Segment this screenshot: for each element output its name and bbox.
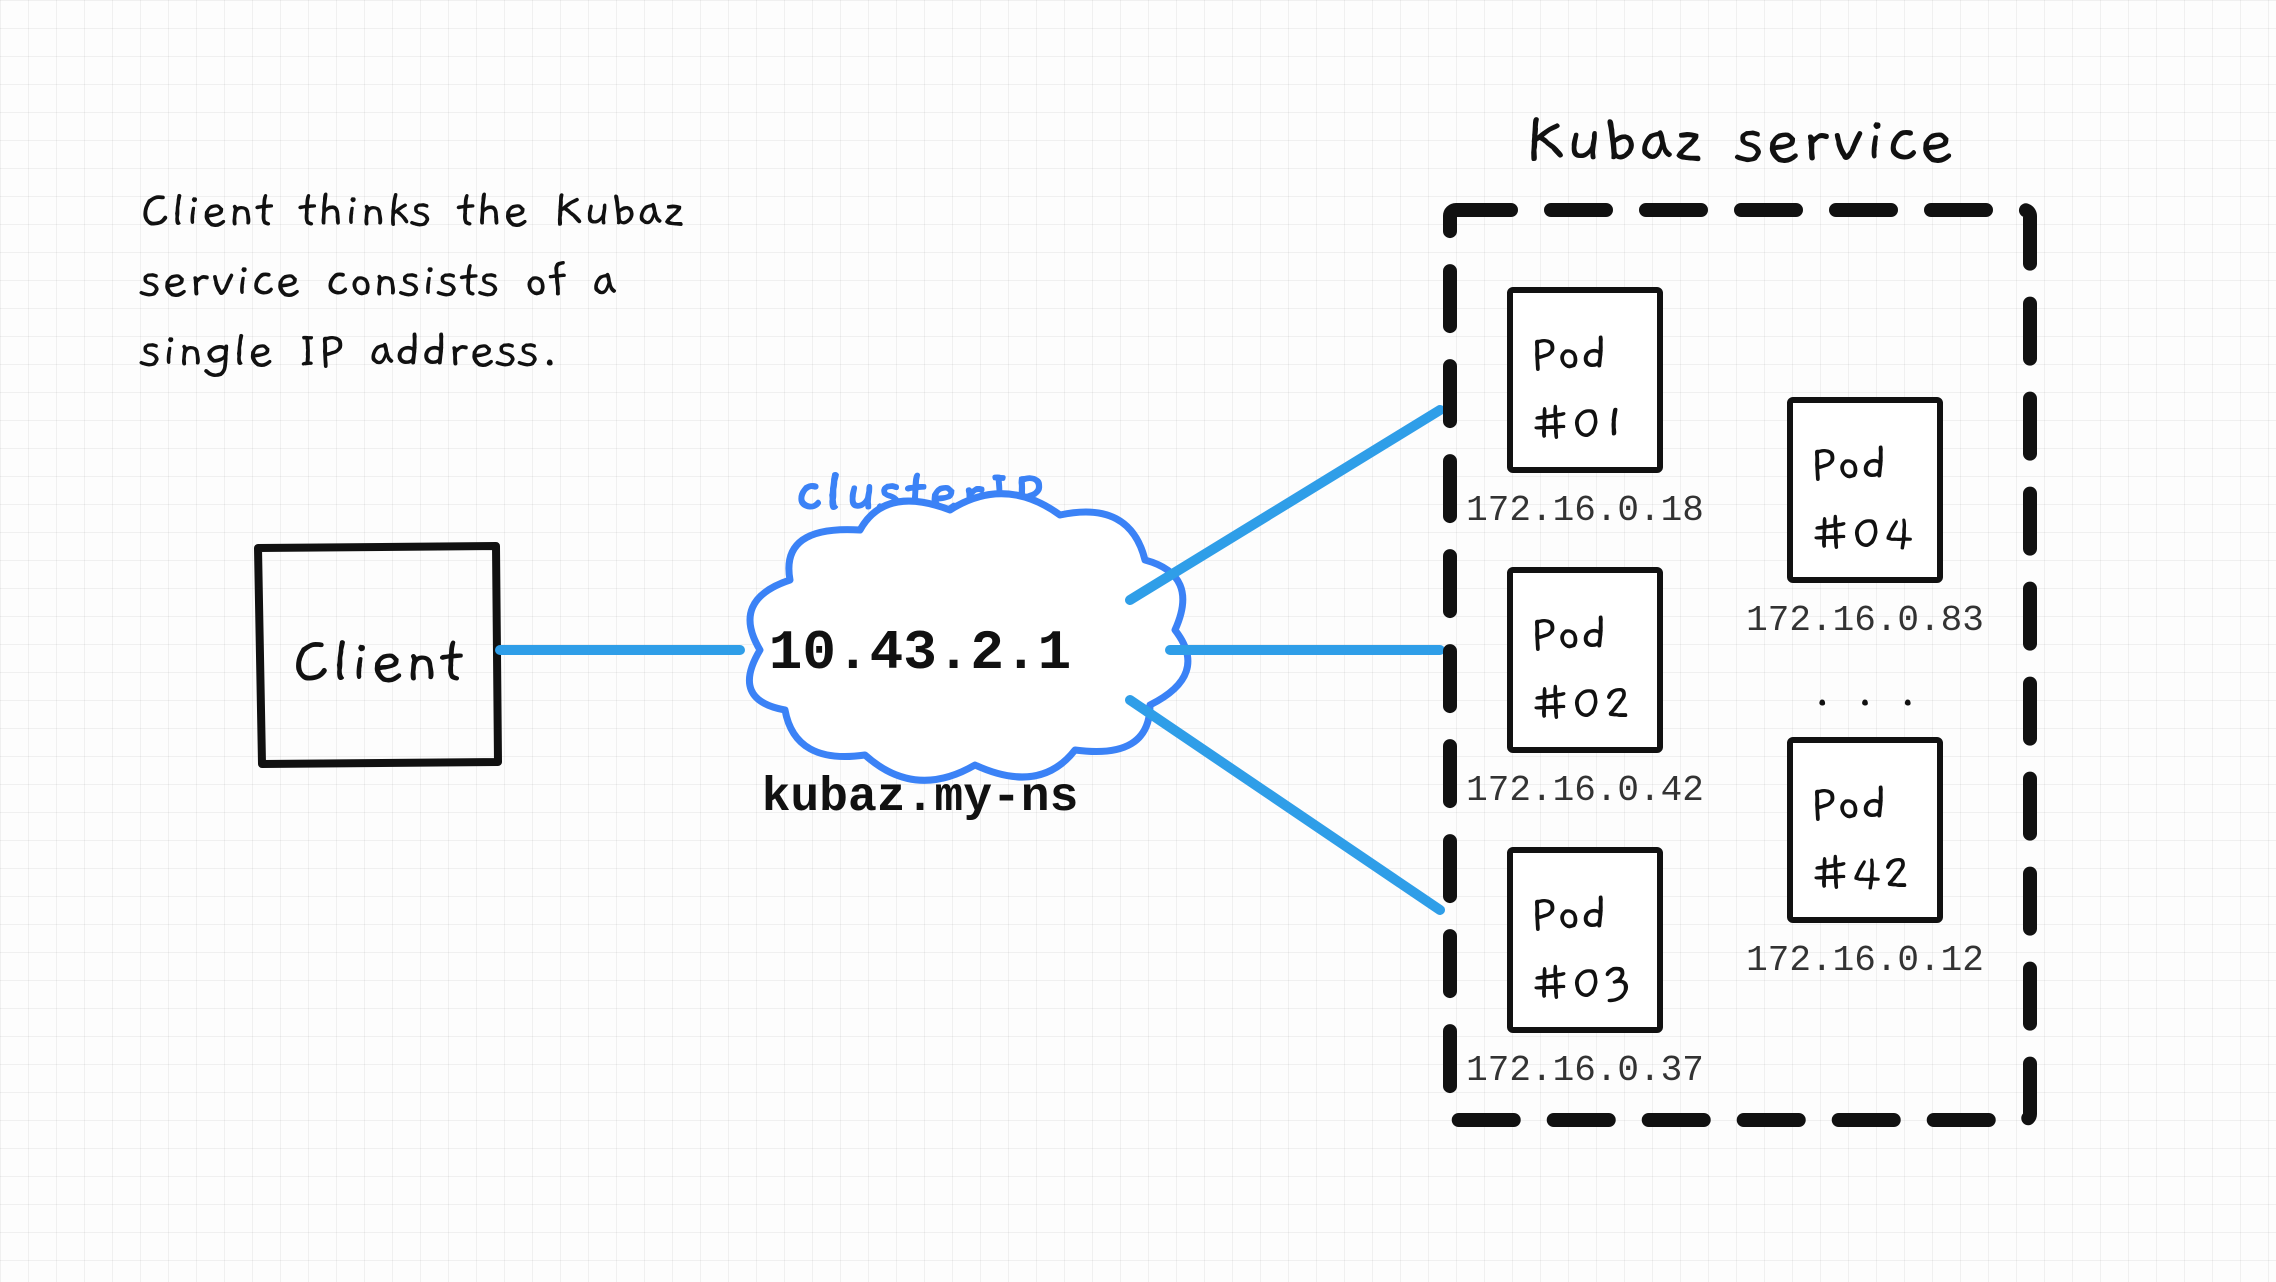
pod-42: Pod #42 172.16.0.12 [1746,740,1984,981]
line-cloud-to-pod3 [1130,700,1440,910]
pod-02-line1: Pod [1530,606,1607,662]
pod-02-line2: #02 [1530,676,1632,732]
pod-01-line2: #01 [1530,396,1626,452]
caption-line-2: service consists of a [139,253,617,309]
pod-02-ip: 172.16.0.42 [1466,770,1704,811]
pod-04-line2: #04 [1810,506,1914,562]
diagram-canvas: Client thinks the Kubaz service consists… [0,0,2276,1282]
pod-04-line1: Pod [1810,436,1887,492]
line-cloud-to-pod1 [1130,410,1440,600]
pod-03-ip: 172.16.0.37 [1466,1050,1704,1091]
client-label: Client [292,626,465,698]
caption-line-1: Client thinks the Kubaz [140,183,685,239]
clusterip-cloud: 10.43.2.1 [749,494,1187,781]
pod-03: Pod #03 172.16.0.37 [1466,850,1704,1091]
service-title: Kubaz service [1525,103,1956,179]
pod-42-line1: Pod [1810,776,1887,832]
pod-01-line1: Pod [1530,326,1607,382]
pod-42-ip: 172.16.0.12 [1746,940,1984,981]
pod-01: Pod #01 172.16.0.18 [1466,290,1704,531]
pod-02: Pod #02 172.16.0.42 [1466,570,1704,811]
caption-line-3: single IP address. [139,323,559,379]
pod-03-line2: #03 [1530,956,1633,1012]
clusterip-dns: kubaz.my-ns [762,771,1079,825]
pod-42-line2: #42 [1810,846,1911,902]
clusterip-value: 10.43.2.1 [769,621,1071,685]
client-box: Client [258,546,498,764]
pod-01-ip: 172.16.0.18 [1466,490,1704,531]
pods-ellipsis: . . . [1813,663,1918,719]
caption-text: Client thinks the Kubaz service consists… [139,183,685,379]
pod-04-ip: 172.16.0.83 [1746,600,1984,641]
pod-04: Pod #04 172.16.0.83 [1746,400,1984,641]
pod-03-line1: Pod [1530,886,1607,942]
